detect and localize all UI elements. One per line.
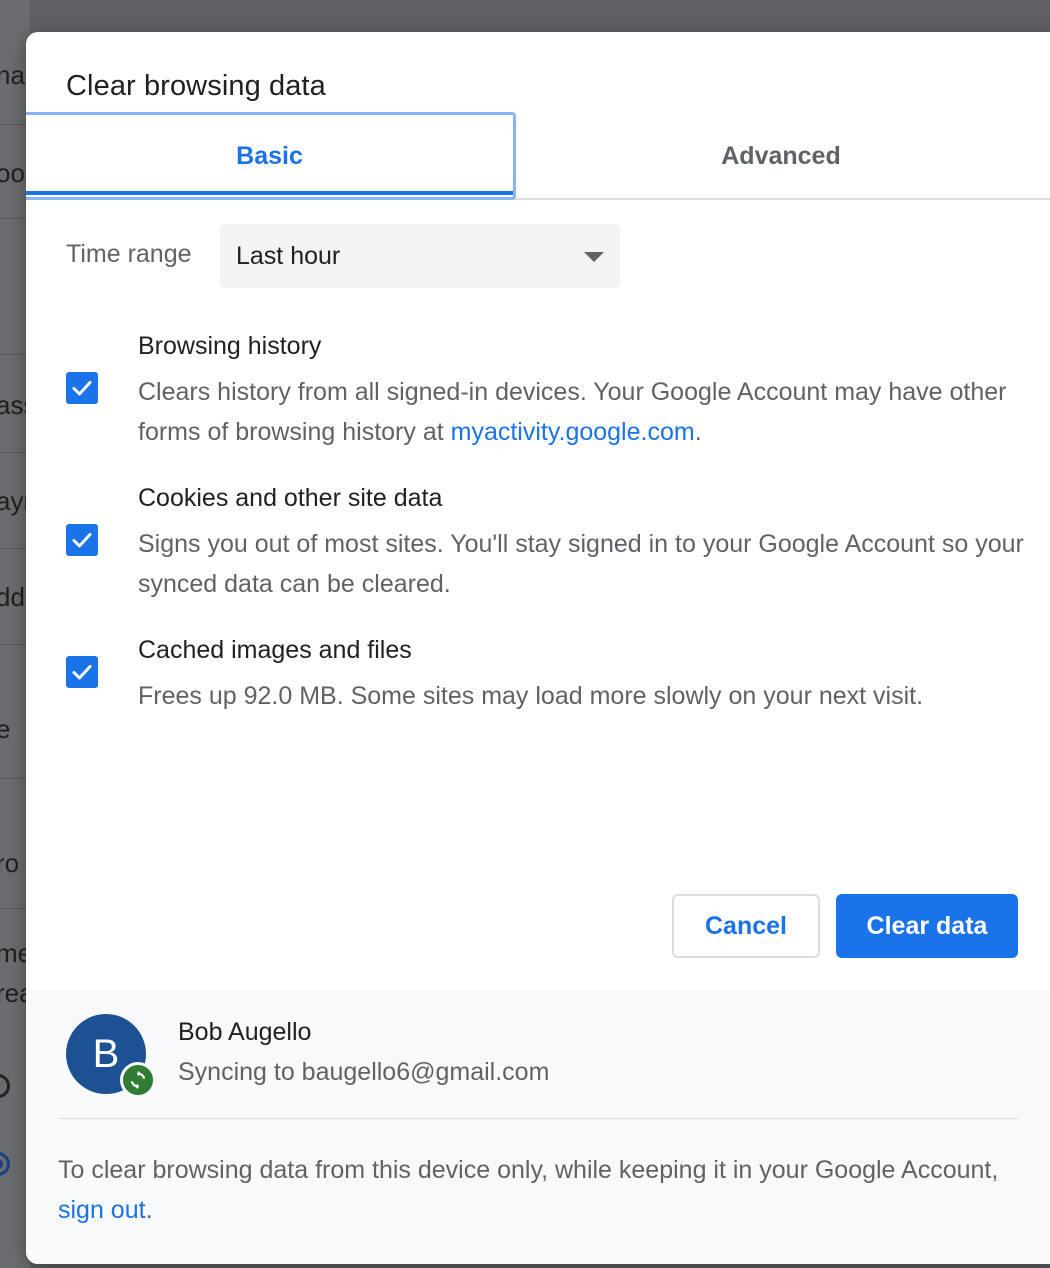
tab-basic[interactable]: Basic <box>26 112 516 200</box>
sign-out-note: To clear browsing data from this device … <box>58 1150 1018 1230</box>
bg-text-fragment: ro <box>0 848 20 878</box>
browsing-history-description: Clears history from all signed-in device… <box>138 372 1038 452</box>
sign-out-link[interactable]: sign out <box>58 1196 146 1224</box>
browsing-history-checkbox[interactable] <box>66 372 98 404</box>
clear-data-button[interactable]: Clear data <box>836 894 1018 958</box>
cookies-title: Cookies and other site data <box>138 484 443 512</box>
sync-arrows-icon <box>130 1070 146 1090</box>
tab-bar: Basic Advanced <box>26 112 1050 200</box>
checkmark-icon <box>72 665 92 680</box>
footer-divider <box>58 1118 1018 1119</box>
dialog-title: Clear browsing data <box>66 70 326 102</box>
time-range-value: Last hour <box>236 241 341 270</box>
cancel-button[interactable]: Cancel <box>672 894 820 958</box>
sync-icon <box>120 1062 156 1098</box>
dropdown-arrow-icon <box>584 252 604 262</box>
bg-text-fragment: oo <box>0 158 25 188</box>
myactivity-link[interactable]: myactivity.google.com <box>451 418 695 446</box>
tab-advanced[interactable]: Advanced <box>516 112 1046 200</box>
cached-images-title: Cached images and files <box>138 636 412 664</box>
checkmark-icon <box>72 381 92 396</box>
cookies-checkbox[interactable] <box>66 524 98 556</box>
cookies-description: Signs you out of most sites. You'll stay… <box>138 530 1024 598</box>
time-range-label: Time range <box>66 240 192 268</box>
bg-text-fragment: e <box>0 714 11 744</box>
cached-images-description: Frees up 92.0 MB. Some sites may load mo… <box>138 682 924 710</box>
bg-text-fragment: na <box>0 60 25 90</box>
checkmark-icon <box>72 533 92 548</box>
cached-images-checkbox[interactable] <box>66 656 98 688</box>
note-period: . <box>145 1196 153 1224</box>
browsing-history-title: Browsing history <box>138 332 322 360</box>
sync-status: Syncing to baugello6@gmail.com <box>178 1058 550 1086</box>
desc-period: . <box>694 418 702 446</box>
sign-out-note-text: To clear browsing data from this device … <box>58 1156 999 1184</box>
account-footer: B Bob Augello Syncing to baugello6@gmail… <box>26 990 1050 1264</box>
bg-text-fragment: dd <box>0 582 25 612</box>
time-range-select[interactable]: Last hour <box>220 224 620 288</box>
account-name: Bob Augello <box>178 1018 312 1046</box>
clear-browsing-data-dialog: Clear browsing data Basic Advanced Time … <box>26 32 1050 1264</box>
